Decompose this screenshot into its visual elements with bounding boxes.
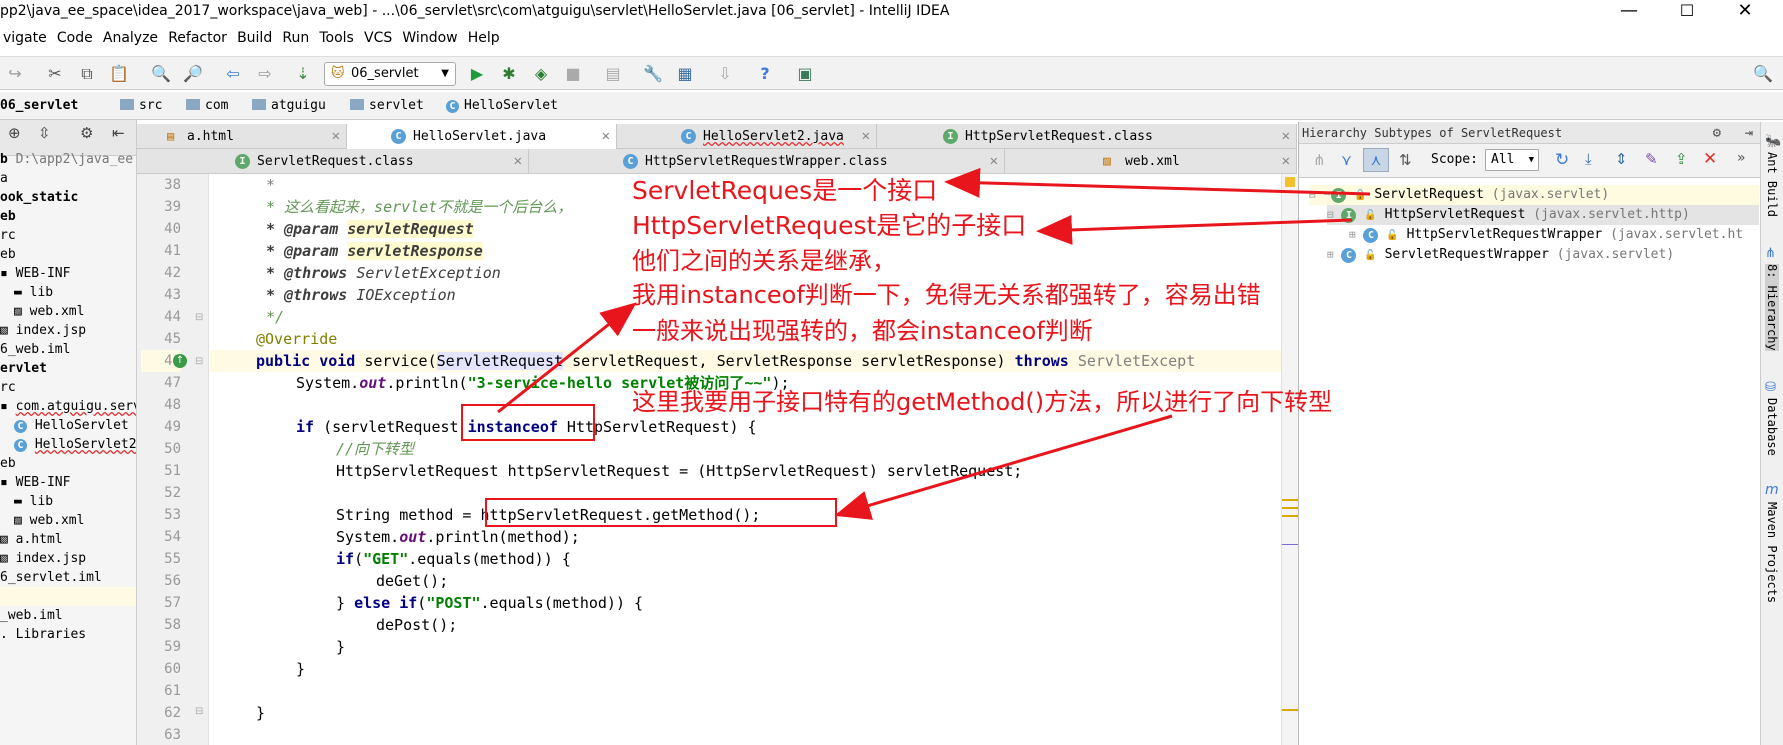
ide-window: pp2\java_ee_space\idea_2017_workspace\ja… <box>0 0 1783 745</box>
arrow-to-note-1 <box>944 167 1371 198</box>
arrow-to-note-2 <box>1036 214 1353 245</box>
annotation-note-4: 我用instanceof判断一下，免得无关系都强转了，容易出错 <box>632 281 1261 309</box>
arrow-to-getmethod <box>834 414 1173 520</box>
annotation-note-6: 这里我要用子接口特有的getMethod()方法，所以进行了向下转型 <box>632 388 1333 416</box>
annotation-note-5: 一般来说出现强转的，都会instanceof判断 <box>632 317 1093 345</box>
annotation-note-1: ServletReques是一个接口 <box>632 176 938 205</box>
arrow-from-instanceof <box>497 302 637 414</box>
annotation-note-3: 他们之间的关系是继承， <box>632 247 896 275</box>
annotation-arrows <box>497 167 1371 520</box>
annotation-note-2: HttpServletRequest是它的子接口 <box>632 211 1027 240</box>
